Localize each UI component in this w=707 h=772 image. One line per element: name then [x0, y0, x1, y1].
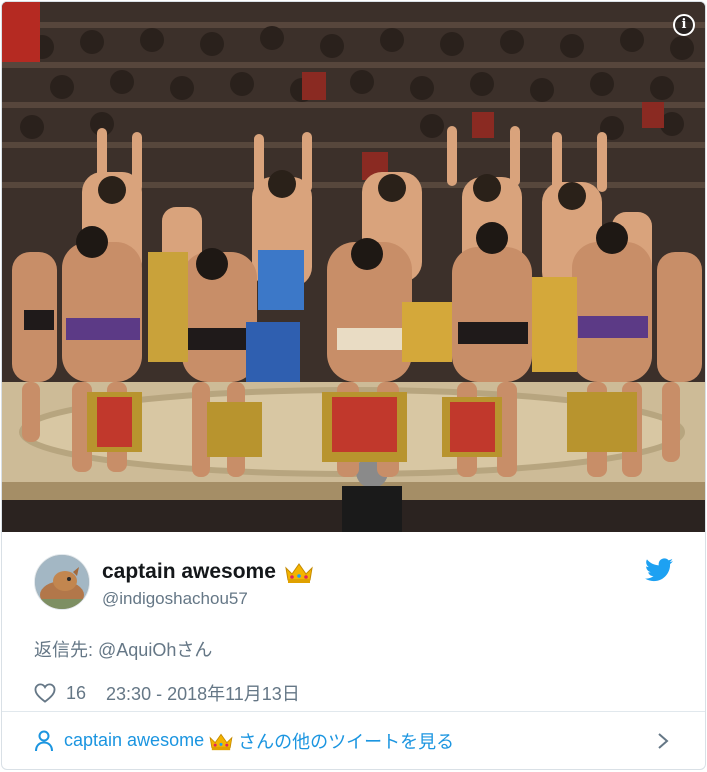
avatar-image [35, 555, 89, 609]
dohyo-ring [2, 382, 705, 532]
tweet-body: captain awesome @indigoshachou57 返信先: @A… [2, 532, 705, 706]
chevron-right-icon[interactable] [657, 732, 669, 750]
info-icon[interactable]: i [673, 14, 695, 36]
embedded-tweet-card: i captain awesome @indigoshachou57 返信先: … [1, 1, 706, 770]
avatar[interactable] [34, 554, 90, 610]
twitter-bird-icon[interactable] [645, 558, 673, 582]
heart-icon[interactable] [34, 683, 56, 703]
reply-suffix: さん [176, 640, 213, 660]
author-name-row[interactable]: captain awesome [102, 560, 314, 584]
reply-to-line: 返信先: @AquiOhさん [34, 636, 673, 662]
author-display-name[interactable]: captain awesome [102, 560, 276, 584]
crown-icon [285, 563, 313, 583]
more-tweets-link[interactable]: captain awesome さんの他のツイートを見る [2, 711, 705, 769]
tweet-photo[interactable]: i [2, 2, 705, 532]
more-tweets-text[interactable]: captain awesome さんの他のツイートを見る [64, 728, 454, 754]
crown-icon [209, 733, 233, 750]
crowd-background [2, 2, 705, 382]
tweet-meta: 16 23:30 - 2018年11月13日 [34, 680, 673, 706]
person-icon [35, 730, 53, 751]
like-count[interactable]: 16 [66, 683, 86, 704]
tweet-timestamp[interactable]: 23:30 - 2018年11月13日 [106, 680, 300, 706]
reply-mention-link[interactable]: @AquiOh [98, 640, 176, 660]
more-tweets-name: captain awesome [64, 730, 205, 750]
tweet-header: captain awesome @indigoshachou57 [34, 532, 673, 632]
author-handle[interactable]: @indigoshachou57 [102, 589, 248, 609]
more-tweets-suffix: さんの他のツイートを見る [238, 731, 455, 752]
reply-prefix: 返信先: [34, 640, 99, 660]
